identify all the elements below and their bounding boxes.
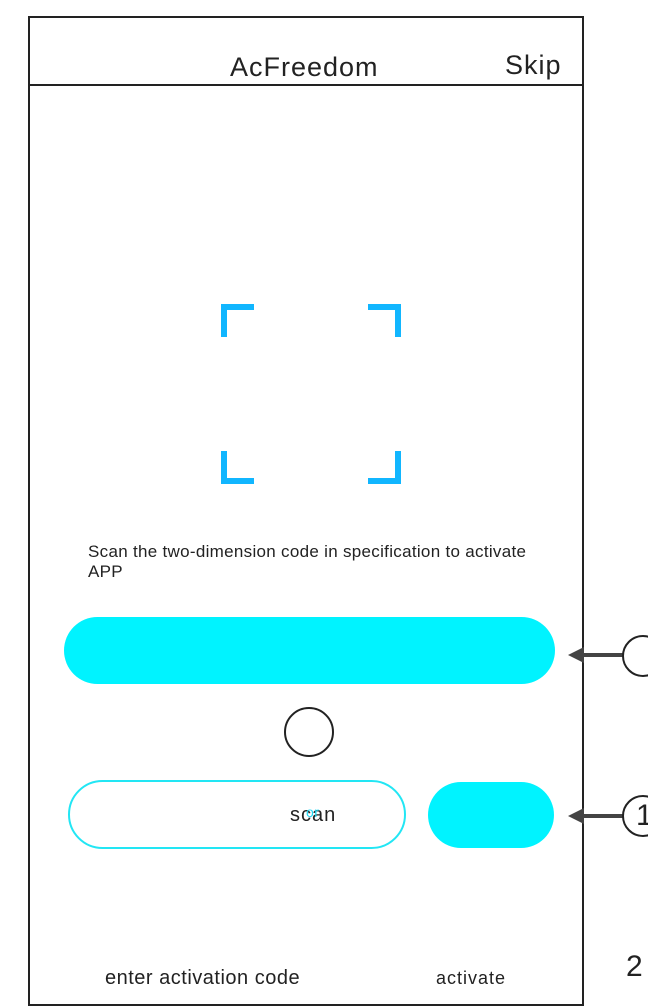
skip-button[interactable]: Skip — [505, 50, 562, 81]
primary-action-button[interactable] — [64, 617, 555, 684]
scan-frame-corner-bottom-left — [221, 451, 254, 484]
scan-instruction: Scan the two-dimension code in specifica… — [88, 542, 527, 581]
scan-frame-corner-top-left — [221, 304, 254, 337]
enter-activation-code-label: enter activation code — [105, 967, 301, 989]
activate-button[interactable] — [428, 782, 554, 848]
callout-circle-1 — [622, 635, 648, 677]
or-label: or — [306, 804, 320, 820]
activation-code-input[interactable]: scan — [68, 780, 406, 849]
app-title: AcFreedom — [230, 52, 379, 82]
callout-arrow-2 — [568, 808, 624, 824]
activate-label: activate — [436, 968, 507, 988]
callout-number-1: 1 — [636, 799, 648, 832]
scan-frame-corner-bottom-right — [368, 451, 401, 484]
scan-frame-corner-top-right — [368, 304, 401, 337]
divider-circle — [284, 707, 334, 757]
callout-arrow-1 — [568, 647, 624, 663]
callout-number-2: 2 — [626, 950, 643, 983]
header-divider — [28, 84, 584, 86]
phone-frame — [28, 16, 584, 1006]
